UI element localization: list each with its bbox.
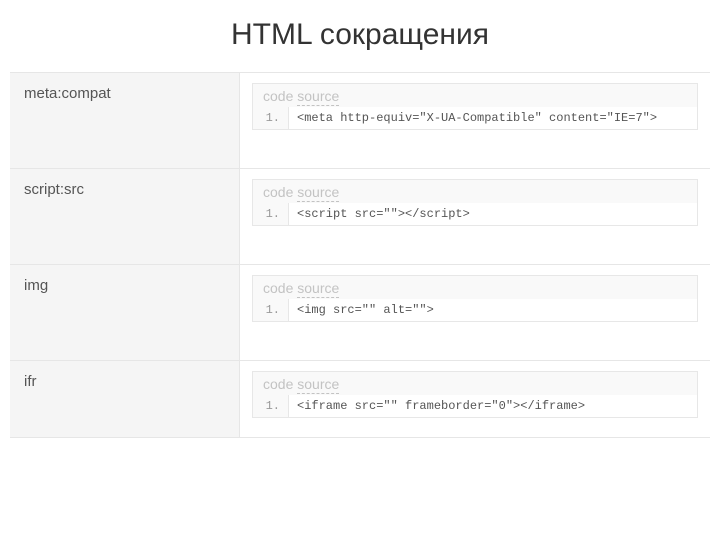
code-box: code source 1. <iframe src="" frameborde…: [252, 371, 698, 418]
shortcut-label: script:src: [10, 169, 240, 264]
code-header-source[interactable]: source: [297, 88, 339, 106]
code-header-code: code: [263, 184, 293, 200]
code-header: code source: [253, 84, 697, 107]
line-number: 1.: [253, 299, 289, 321]
table-row: script:src code source 1. <script src=""…: [10, 168, 710, 264]
shortcut-expansion: code source 1. <img src="" alt="">: [240, 265, 710, 360]
code-header-source[interactable]: source: [297, 184, 339, 202]
line-number: 1.: [253, 203, 289, 225]
code-header-code: code: [263, 88, 293, 104]
table-row: img code source 1. <img src="" alt="">: [10, 264, 710, 360]
shortcut-label: meta:compat: [10, 73, 240, 168]
code-line: 1. <img src="" alt="">: [253, 299, 697, 321]
shortcut-expansion: code source 1. <script src=""></script>: [240, 169, 710, 264]
table-row: ifr code source 1. <iframe src="" frameb…: [10, 360, 710, 438]
shortcut-label: ifr: [10, 361, 240, 437]
shortcut-label: img: [10, 265, 240, 360]
table-row: meta:compat code source 1. <meta http-eq…: [10, 72, 710, 168]
code-line: 1. <meta http-equiv="X-UA-Compatible" co…: [253, 107, 697, 129]
code-header-code: code: [263, 376, 293, 392]
line-number: 1.: [253, 395, 289, 417]
code-line: 1. <iframe src="" frameborder="0"></ifra…: [253, 395, 697, 417]
code-header-source[interactable]: source: [297, 280, 339, 298]
code-header-code: code: [263, 280, 293, 296]
line-number: 1.: [253, 107, 289, 129]
code-text: <meta http-equiv="X-UA-Compatible" conte…: [289, 107, 697, 129]
code-text: <iframe src="" frameborder="0"></iframe>: [289, 395, 697, 417]
code-box: code source 1. <script src=""></script>: [252, 179, 698, 226]
shortcuts-table: meta:compat code source 1. <meta http-eq…: [10, 72, 710, 438]
page-title: HTML сокращения: [0, 0, 720, 72]
code-box: code source 1. <img src="" alt="">: [252, 275, 698, 322]
code-header: code source: [253, 276, 697, 299]
shortcut-expansion: code source 1. <meta http-equiv="X-UA-Co…: [240, 73, 710, 168]
code-text: <img src="" alt="">: [289, 299, 697, 321]
shortcut-expansion: code source 1. <iframe src="" frameborde…: [240, 361, 710, 437]
code-header: code source: [253, 372, 697, 395]
code-box: code source 1. <meta http-equiv="X-UA-Co…: [252, 83, 698, 130]
code-line: 1. <script src=""></script>: [253, 203, 697, 225]
code-text: <script src=""></script>: [289, 203, 697, 225]
code-header-source[interactable]: source: [297, 376, 339, 394]
code-header: code source: [253, 180, 697, 203]
